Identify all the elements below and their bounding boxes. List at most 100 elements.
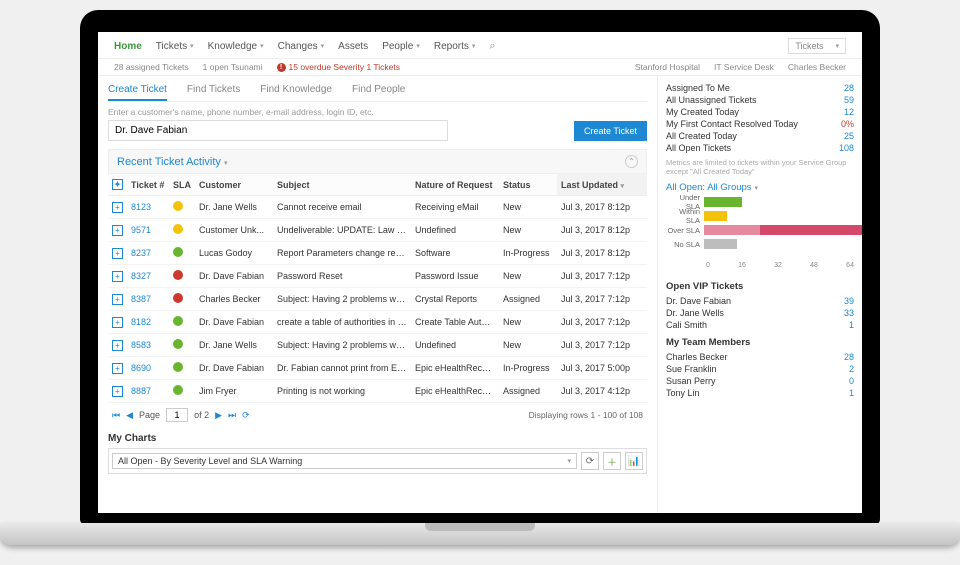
axis-tick: 32 xyxy=(774,262,782,269)
sla-chart-title[interactable]: All Open: All Groups▾ xyxy=(666,182,854,193)
list-item[interactable]: Dr. Dave Fabian39 xyxy=(666,295,854,307)
stat-row[interactable]: All Open Tickets108 xyxy=(666,142,854,154)
stat-row[interactable]: Assigned To Me28 xyxy=(666,82,854,94)
chart-chart-icon[interactable]: 📊 xyxy=(625,452,643,470)
expand-icon[interactable]: + xyxy=(112,271,123,282)
tab-find-people[interactable]: Find People xyxy=(352,84,405,96)
recent-activity-header[interactable]: Recent Ticket Activity ▾ ⌃ xyxy=(108,149,647,174)
chart-bar: Within SLA xyxy=(666,211,854,221)
table-row[interactable]: + 8690 Dr. Dave Fabian Dr. Fabian cannot… xyxy=(108,357,647,380)
stat-row[interactable]: My First Contact Resolved Today0% xyxy=(666,118,854,130)
expand-icon[interactable]: + xyxy=(112,386,123,397)
first-page-icon[interactable]: ⏮ xyxy=(112,410,120,421)
tickets-table: ✦ Ticket # SLA Customer Subject Nature o… xyxy=(108,174,647,403)
table-row[interactable]: + 8583 Dr. Jane Wells Subject: Having 2 … xyxy=(108,334,647,357)
expand-icon[interactable]: + xyxy=(112,340,123,351)
customer-input[interactable] xyxy=(108,120,448,141)
nav-reports[interactable]: Reports▾ xyxy=(434,41,476,52)
nav-changes[interactable]: Changes▾ xyxy=(278,41,325,52)
sort-icon: ▾ xyxy=(621,183,625,190)
tab-find-tickets[interactable]: Find Tickets xyxy=(187,84,240,96)
ticket-link[interactable]: 8583 xyxy=(127,334,169,357)
vip-header: Open VIP Tickets xyxy=(666,281,854,292)
cell-updated: Jul 3, 2017 5:00p xyxy=(557,357,647,380)
create-ticket-button[interactable]: Create Ticket xyxy=(574,121,647,141)
ticket-link[interactable]: 9571 xyxy=(127,219,169,242)
expand-icon[interactable]: + xyxy=(112,202,123,213)
table-row[interactable]: + 8387 Charles Becker Subject: Having 2 … xyxy=(108,288,647,311)
cell-updated: Jul 3, 2017 7:12p xyxy=(557,265,647,288)
col-sla[interactable]: SLA xyxy=(169,174,195,196)
nav-knowledge[interactable]: Knowledge▾ xyxy=(208,41,264,52)
nav-home[interactable]: Home xyxy=(114,41,142,52)
list-item[interactable]: Tony Lin1 xyxy=(666,387,854,399)
nav-people[interactable]: People▾ xyxy=(382,41,420,52)
expand-all-icon[interactable]: ✦ xyxy=(112,179,123,190)
cell-status: New xyxy=(499,196,557,219)
nav-assets[interactable]: Assets xyxy=(338,41,368,52)
ticket-link[interactable]: 8237 xyxy=(127,242,169,265)
chart-bar: Over SLA xyxy=(666,225,854,235)
ticket-link[interactable]: 8690 xyxy=(127,357,169,380)
col-updated[interactable]: Last Updated ▾ xyxy=(557,174,647,196)
expand-icon[interactable]: + xyxy=(112,225,123,236)
search-icon[interactable]: ⌕ xyxy=(489,40,495,53)
page-of: of 2 xyxy=(194,410,209,420)
last-page-icon[interactable]: ⏭ xyxy=(228,410,236,421)
assigned-count[interactable]: 28 assigned Tickets xyxy=(114,62,189,72)
cell-customer: Dr. Jane Wells xyxy=(195,196,273,219)
collapse-icon[interactable]: ⌃ xyxy=(625,155,638,168)
table-row[interactable]: + 8182 Dr. Dave Fabian create a table of… xyxy=(108,311,647,334)
expand-icon[interactable]: + xyxy=(112,248,123,259)
chart-select[interactable]: All Open - By Severity Level and SLA War… xyxy=(112,453,577,469)
table-row[interactable]: + 8123 Dr. Jane Wells Cannot receive ema… xyxy=(108,196,647,219)
ticket-link[interactable]: 8387 xyxy=(127,288,169,311)
chevron-down-icon: ▾ xyxy=(416,42,420,50)
stat-row[interactable]: My Created Today12 xyxy=(666,106,854,118)
scope-dropdown[interactable]: Tickets▾ xyxy=(788,38,846,54)
overdue-alert[interactable]: !15 overdue Severity 1 Tickets xyxy=(277,62,401,72)
list-item[interactable]: Sue Franklin2 xyxy=(666,363,854,375)
col-ticket[interactable]: Ticket # xyxy=(127,174,169,196)
nav-tickets[interactable]: Tickets▾ xyxy=(156,41,194,52)
ticket-link[interactable]: 8887 xyxy=(127,380,169,403)
chart-reload-icon[interactable]: ⟳ xyxy=(581,452,599,470)
ticket-link[interactable]: 8182 xyxy=(127,311,169,334)
list-item[interactable]: Susan Perry0 xyxy=(666,375,854,387)
stat-row[interactable]: All Created Today25 xyxy=(666,130,854,142)
prev-page-icon[interactable]: ◀ xyxy=(126,410,133,421)
refresh-icon[interactable]: ⟳ xyxy=(242,410,250,421)
expand-icon[interactable]: + xyxy=(112,363,123,374)
col-nature[interactable]: Nature of Request xyxy=(411,174,499,196)
sla-dot-icon xyxy=(173,362,183,372)
expand-icon[interactable]: + xyxy=(112,317,123,328)
table-row[interactable]: + 8887 Jim Fryer Printing is not working… xyxy=(108,380,647,403)
axis-tick: 48 xyxy=(810,262,818,269)
next-page-icon[interactable]: ▶ xyxy=(215,410,222,421)
list-item[interactable]: Charles Becker28 xyxy=(666,351,854,363)
col-status[interactable]: Status xyxy=(499,174,557,196)
col-customer[interactable]: Customer xyxy=(195,174,273,196)
chart-add-icon[interactable]: ＋ xyxy=(603,452,621,470)
top-nav: Home Tickets▾ Knowledge▾ Changes▾ Assets… xyxy=(98,32,862,59)
current-user[interactable]: Charles Becker xyxy=(788,62,846,72)
col-subject[interactable]: Subject xyxy=(273,174,411,196)
stat-row[interactable]: All Unassigned Tickets59 xyxy=(666,94,854,106)
bar-segment xyxy=(704,211,727,221)
tsunami-count[interactable]: 1 open Tsunami xyxy=(203,62,263,72)
item-value: 1 xyxy=(849,388,854,398)
page-input[interactable] xyxy=(166,408,188,422)
list-item[interactable]: Cali Smith1 xyxy=(666,319,854,331)
cell-updated: Jul 3, 2017 7:12p xyxy=(557,334,647,357)
ticket-link[interactable]: 8123 xyxy=(127,196,169,219)
ticket-link[interactable]: 8327 xyxy=(127,265,169,288)
tab-create-ticket[interactable]: Create Ticket xyxy=(108,84,167,101)
table-row[interactable]: + 8237 Lucas Godoy Report Parameters cha… xyxy=(108,242,647,265)
pager: ⏮ ◀ Page of 2 ▶ ⏭ ⟳ Displaying rows 1 - … xyxy=(108,403,647,427)
expand-icon[interactable]: + xyxy=(112,294,123,305)
tab-find-knowledge[interactable]: Find Knowledge xyxy=(260,84,332,96)
list-item[interactable]: Dr. Jane Wells33 xyxy=(666,307,854,319)
table-row[interactable]: + 9571 Customer Unk... Undeliverable: UP… xyxy=(108,219,647,242)
table-row[interactable]: + 8327 Dr. Dave Fabian Password Reset Pa… xyxy=(108,265,647,288)
desk-name[interactable]: IT Service Desk xyxy=(714,62,774,72)
